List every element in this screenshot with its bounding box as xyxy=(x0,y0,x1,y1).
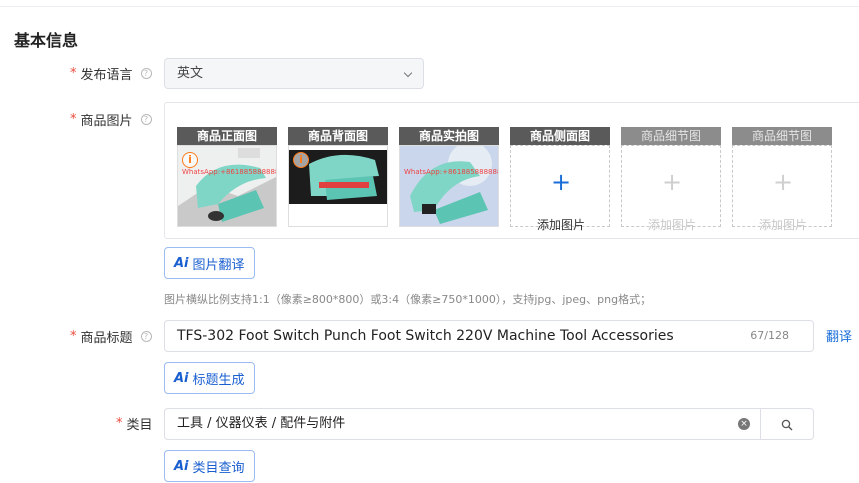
slot-caption: 商品正面图 xyxy=(177,127,277,145)
required-mark: * xyxy=(70,329,77,344)
plus-icon: + xyxy=(772,168,794,196)
category-query-label: 类目查询 xyxy=(192,460,245,476)
product-photo[interactable]: i WhatsApp:+8618858888888 xyxy=(177,145,277,227)
plus-icon: + xyxy=(550,168,572,196)
image-upload-panel: 商品正面图 i WhatsApp:+8618858888888 商品背面图 i … xyxy=(164,102,859,239)
image-slot-side[interactable]: 商品侧面图 + 添加图片 xyxy=(510,127,610,232)
upload-box-disabled: + 添加图片 xyxy=(621,145,721,232)
help-icon[interactable]: ? xyxy=(140,331,152,342)
help-icon[interactable]: ? xyxy=(140,114,152,125)
search-icon xyxy=(781,419,793,431)
category-query-button[interactable]: Ai 类目查询 xyxy=(164,450,255,482)
category-value: 工具 / 仪器仪表 / 配件与附件 xyxy=(177,416,346,431)
ai-icon: Ai xyxy=(174,255,189,271)
info-icon: i xyxy=(182,152,198,168)
watermark-text: WhatsApp:+8618858888888 xyxy=(182,168,277,176)
image-slot-detail: 商品细节图 + 添加图片 xyxy=(732,127,832,232)
help-icon[interactable]: ? xyxy=(140,68,152,79)
image-translate-label: 图片翻译 xyxy=(192,257,245,273)
category-search-button[interactable] xyxy=(760,408,814,440)
section-title: 基本信息 xyxy=(14,31,79,50)
images-label-row: * 商品图片 ? xyxy=(70,110,152,129)
required-mark: * xyxy=(116,416,123,431)
language-value: 英文 xyxy=(177,66,204,81)
slot-caption: 商品侧面图 xyxy=(510,127,610,145)
category-input[interactable]: 工具 / 仪器仪表 / 配件与附件 × xyxy=(164,408,761,440)
top-divider xyxy=(0,6,859,7)
upload-box[interactable]: + 添加图片 xyxy=(510,145,610,232)
product-title-input[interactable]: TFS-302 Foot Switch Punch Foot Switch 22… xyxy=(164,320,814,352)
ai-icon: Ai xyxy=(174,370,189,386)
chevron-down-icon xyxy=(403,68,413,78)
language-label: 发布语言 xyxy=(80,68,133,83)
required-mark: * xyxy=(70,66,77,81)
watermark-text: WhatsApp:+8618858888888 xyxy=(404,168,499,176)
product-photo[interactable]: WhatsApp:+8618858888888 xyxy=(399,145,499,227)
image-slot-detail: 商品细节图 + 添加图片 xyxy=(621,127,721,232)
char-counter: 67/128 xyxy=(750,329,789,342)
add-image-label: 添加图片 xyxy=(758,218,807,232)
image-slot-back[interactable]: 商品背面图 i xyxy=(288,127,388,227)
image-slot-real[interactable]: 商品实拍图 WhatsApp:+8618858888888 xyxy=(399,127,499,227)
add-image-label: 添加图片 xyxy=(647,218,696,232)
title-generate-button[interactable]: Ai 标题生成 xyxy=(164,362,255,394)
images-label: 商品图片 xyxy=(80,114,133,129)
slot-caption: 商品实拍图 xyxy=(399,127,499,145)
required-mark: * xyxy=(70,112,77,127)
info-icon: i xyxy=(293,152,309,168)
category-label-row: * 类目 xyxy=(116,414,153,433)
image-translate-button[interactable]: Ai 图片翻译 xyxy=(164,247,255,279)
product-photo[interactable]: i xyxy=(288,145,388,227)
ai-icon: Ai xyxy=(174,458,189,474)
slot-caption: 商品细节图 xyxy=(621,127,721,145)
title-label-row: * 商品标题 ? xyxy=(70,327,152,346)
slot-caption: 商品细节图 xyxy=(732,127,832,145)
upload-box-disabled: + 添加图片 xyxy=(732,145,832,232)
image-slot-front[interactable]: 商品正面图 i WhatsApp:+8618858888888 xyxy=(177,127,277,227)
translate-link[interactable]: 翻译 xyxy=(826,326,852,345)
foot-switch-image xyxy=(400,146,498,226)
image-format-hint: 图片横纵比例支持1:1（像素≥800*800）或3:4（像素≥750*1000）… xyxy=(164,293,652,306)
slot-caption: 商品背面图 xyxy=(288,127,388,145)
clear-icon[interactable]: × xyxy=(738,418,750,430)
language-select[interactable]: 英文 xyxy=(164,58,424,89)
language-label-row: * 发布语言 ? xyxy=(70,64,152,83)
add-image-label: 添加图片 xyxy=(536,218,585,232)
title-label: 商品标题 xyxy=(80,331,133,346)
title-generate-label: 标题生成 xyxy=(192,372,245,388)
product-title-value: TFS-302 Foot Switch Punch Foot Switch 22… xyxy=(177,328,674,344)
category-label: 类目 xyxy=(126,418,153,433)
plus-icon: + xyxy=(661,168,683,196)
